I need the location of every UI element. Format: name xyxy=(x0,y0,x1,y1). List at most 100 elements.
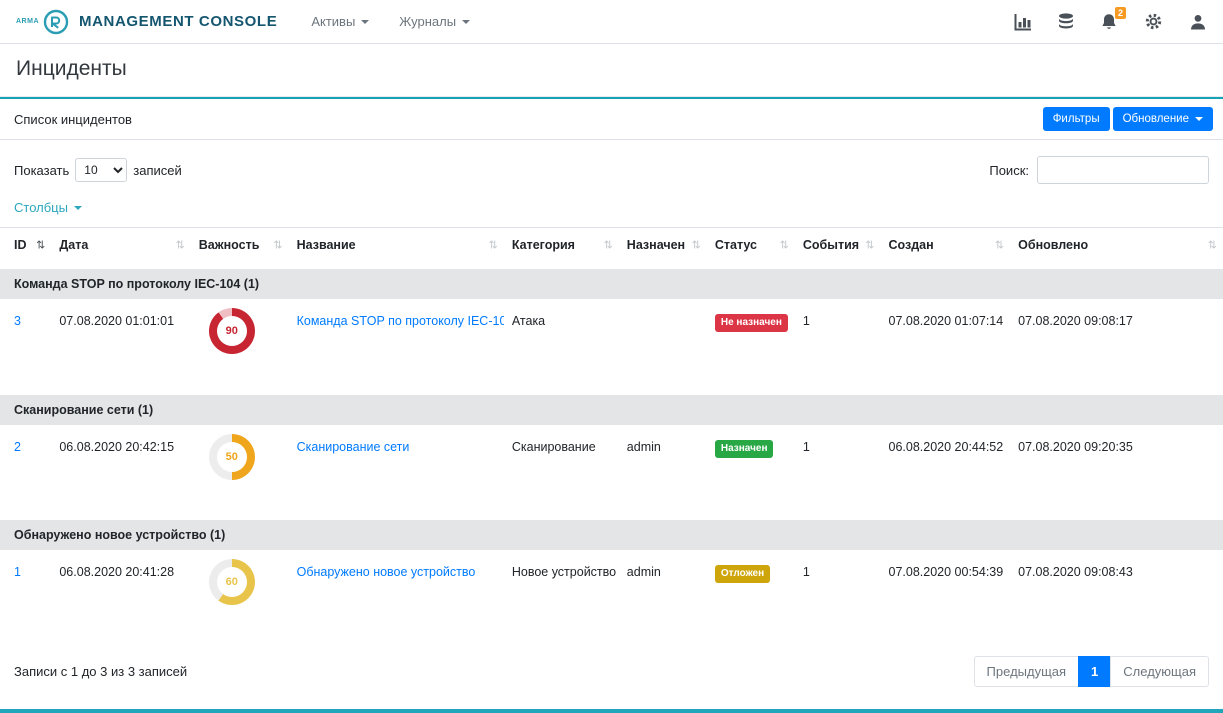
top-navbar: ARMA MANAGEMENT CONSOLE Активы Журналы xyxy=(0,0,1223,44)
incident-events: 1 xyxy=(795,425,881,517)
incident-name-cell: Команда STOP по протоколу IEC-104 xyxy=(289,299,504,391)
page-length-select[interactable]: 10 xyxy=(75,158,127,182)
incident-name-link[interactable]: Команда STOP по протоколу IEC-104 xyxy=(297,314,504,328)
table-controls: Показать 10 записей Поиск: xyxy=(0,140,1223,194)
refresh-dropdown-button[interactable]: Обновление xyxy=(1113,107,1213,131)
incident-id-cell: 3 xyxy=(0,299,51,391)
incident-name-link[interactable]: Обнаружено новое устройство xyxy=(297,565,476,579)
incident-severity-cell: 60 xyxy=(191,550,289,642)
pagination-page-1[interactable]: 1 xyxy=(1078,656,1111,687)
column-header-1[interactable]: Дата⇅ xyxy=(51,228,190,266)
incident-assigned: admin xyxy=(619,550,707,642)
pagination-previous[interactable]: Предыдущая xyxy=(974,656,1080,687)
records-info: Записи с 1 до 3 из 3 записей xyxy=(14,664,187,679)
incident-date: 06.08.2020 20:41:28 xyxy=(51,550,190,642)
incidents-tbody: Команда STOP по протоколу IEC-104 (1) 3 07… xyxy=(0,266,1223,643)
reports-icon[interactable] xyxy=(1014,13,1032,31)
page-title-bar: Инциденты xyxy=(0,44,1223,97)
show-label: Показать xyxy=(14,163,69,178)
incident-created: 07.08.2020 00:54:39 xyxy=(881,550,1011,642)
accent-bottom-border xyxy=(0,709,1223,713)
columns-dropdown[interactable]: Столбцы xyxy=(14,200,82,215)
card-title: Список инцидентов xyxy=(14,112,132,127)
status-badge: Не назначен xyxy=(715,314,788,332)
chevron-down-icon xyxy=(74,206,82,210)
incidents-card: Список инцидентов Фильтры Обновление Пок… xyxy=(0,97,1223,705)
incident-name-cell: Сканирование сети xyxy=(289,425,504,517)
sort-icon: ⇅ xyxy=(1208,239,1217,252)
incident-assigned: admin xyxy=(619,425,707,517)
sort-icon: ⇅ xyxy=(865,239,874,252)
chevron-down-icon xyxy=(462,20,470,24)
table-footer: Записи с 1 до 3 из 3 записей Предыдущая … xyxy=(0,642,1223,705)
group-header-row: Команда STOP по протоколу IEC-104 (1) xyxy=(0,266,1223,300)
column-header-3[interactable]: Название⇅ xyxy=(289,228,504,266)
incident-date: 07.08.2020 01:01:01 xyxy=(51,299,190,391)
card-header: Список инцидентов Фильтры Обновление xyxy=(0,99,1223,140)
incident-category: Сканирование xyxy=(504,425,619,517)
pagination-next[interactable]: Следующая xyxy=(1110,656,1209,687)
incident-row: 2 06.08.2020 20:42:15 50 Сканирование сети С… xyxy=(0,425,1223,517)
card-header-buttons: Фильтры Обновление xyxy=(1043,107,1213,131)
incident-updated: 07.08.2020 09:08:17 xyxy=(1010,299,1223,391)
page: ARMA MANAGEMENT CONSOLE Активы Журналы xyxy=(0,0,1223,713)
column-header-6[interactable]: Статус⇅ xyxy=(707,228,795,266)
severity-value: 90 xyxy=(217,316,247,346)
incident-id-link[interactable]: 3 xyxy=(14,314,21,328)
incident-id-link[interactable]: 2 xyxy=(14,440,21,454)
group-header-label: Сканирование сети (1) xyxy=(0,391,1223,425)
incident-status-cell: Отложен xyxy=(707,550,795,642)
column-header-8[interactable]: Создан⇅ xyxy=(881,228,1011,266)
column-header-2[interactable]: Важность⇅ xyxy=(191,228,289,266)
nav-menu-assets[interactable]: Активы xyxy=(311,14,369,29)
nav-menu-logs[interactable]: Журналы xyxy=(399,14,470,29)
column-header-7[interactable]: События⇅ xyxy=(795,228,881,266)
table-header-row: ID⇅Дата⇅Важность⇅Название⇅Категория⇅Назн… xyxy=(0,228,1223,266)
pagination: Предыдущая 1 Следующая xyxy=(975,656,1209,687)
incident-id-link[interactable]: 1 xyxy=(14,565,21,579)
severity-donut: 90 xyxy=(209,308,255,354)
incident-severity-cell: 90 xyxy=(191,299,289,391)
chevron-down-icon xyxy=(361,20,369,24)
incident-events: 1 xyxy=(795,299,881,391)
records-label: записей xyxy=(133,163,181,178)
filters-button[interactable]: Фильтры xyxy=(1043,107,1110,131)
incident-date: 06.08.2020 20:42:15 xyxy=(51,425,190,517)
settings-gear-icon[interactable] xyxy=(1144,12,1163,31)
column-header-4[interactable]: Категория⇅ xyxy=(504,228,619,266)
incident-updated: 07.08.2020 09:20:35 xyxy=(1010,425,1223,517)
brand-arma-text: ARMA xyxy=(16,18,39,25)
severity-value: 60 xyxy=(217,567,247,597)
column-header-9[interactable]: Обновлено⇅ xyxy=(1010,228,1223,266)
notifications-bell-icon[interactable]: 2 xyxy=(1100,13,1118,31)
severity-donut: 60 xyxy=(209,559,255,605)
incident-name-link[interactable]: Сканирование сети xyxy=(297,440,410,454)
arma-logo-icon xyxy=(43,9,69,35)
column-header-5[interactable]: Назначен⇅ xyxy=(619,228,707,266)
incident-id-cell: 2 xyxy=(0,425,51,517)
sort-icon: ⇅ xyxy=(273,239,282,252)
search-input[interactable] xyxy=(1037,156,1209,184)
column-header-0[interactable]: ID⇅ xyxy=(0,228,51,266)
sort-icon: ⇅ xyxy=(692,239,701,252)
severity-donut: 50 xyxy=(209,434,255,480)
user-profile-icon[interactable] xyxy=(1189,13,1207,31)
incident-events: 1 xyxy=(795,550,881,642)
status-badge: Отложен xyxy=(715,565,770,583)
search-label: Поиск: xyxy=(989,163,1029,178)
sort-icon: ⇅ xyxy=(780,239,789,252)
incident-severity-cell: 50 xyxy=(191,425,289,517)
group-header-row: Обнаружено новое устройство (1) xyxy=(0,517,1223,551)
search-control: Поиск: xyxy=(989,156,1209,184)
incident-row: 3 07.08.2020 01:01:01 90 Команда STOP по пр… xyxy=(0,299,1223,391)
columns-control: Столбцы xyxy=(0,194,1223,227)
incident-status-cell: Назначен xyxy=(707,425,795,517)
brand[interactable]: ARMA MANAGEMENT CONSOLE xyxy=(16,9,277,35)
sort-icon: ⇅ xyxy=(995,239,1004,252)
database-icon[interactable] xyxy=(1058,13,1074,31)
group-header-label: Команда STOP по протоколу IEC-104 (1) xyxy=(0,266,1223,300)
incident-created: 06.08.2020 20:44:52 xyxy=(881,425,1011,517)
incident-status-cell: Не назначен xyxy=(707,299,795,391)
sort-icon: ⇅ xyxy=(489,239,498,252)
sort-icon: ⇅ xyxy=(36,239,45,252)
